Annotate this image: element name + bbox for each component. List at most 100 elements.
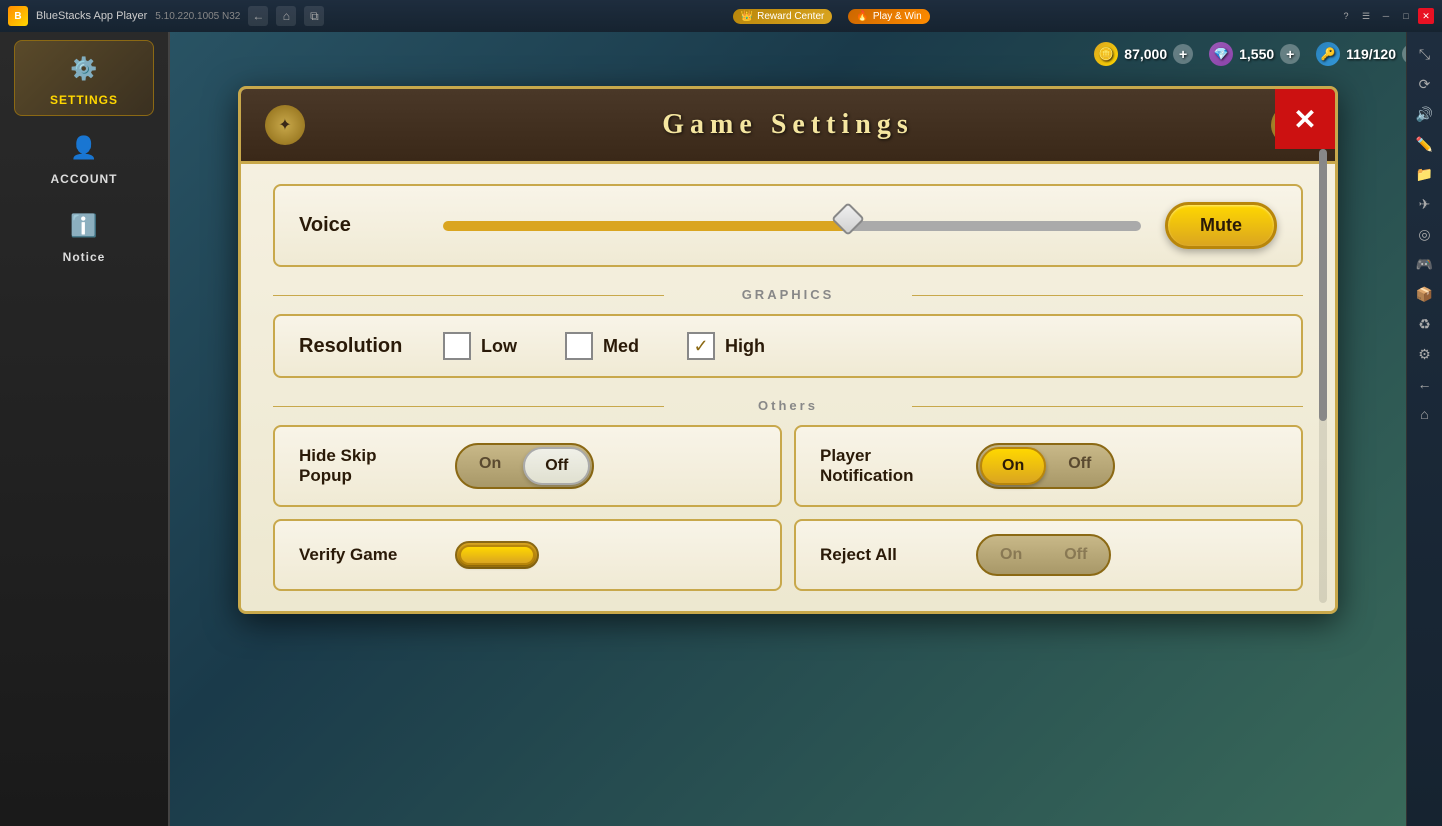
rt-expand-btn[interactable]: ⤡ (1411, 40, 1439, 68)
titlebar-nav: ← ⌂ ⧉ (248, 6, 324, 26)
hide-skip-label: Hide Skip Popup (299, 446, 439, 486)
play-and-win-btn[interactable]: 🔥 Play & Win (848, 9, 929, 24)
right-toolbar: ⤡ ⟳ 🔊 ✏️ 📁 ✈ ◎ 🎮 📦 ♻ ⚙ ← ⌂ (1406, 32, 1442, 826)
sidebar-item-notice[interactable]: ℹ️ Notice (14, 198, 154, 272)
verify-game-toggle (455, 541, 539, 569)
settings-modal: ✦ Game Settings ✦ ✕ Voice Mute GRAPHICS (238, 86, 1338, 614)
verify-game-label: Verify Game (299, 545, 439, 565)
low-checkbox[interactable] (443, 332, 471, 360)
gem-value: 1,550 (1239, 46, 1274, 62)
hide-skip-toggle: On Off (455, 443, 594, 489)
gem-add-btn[interactable]: + (1280, 44, 1300, 64)
menu-btn[interactable]: ☰ (1358, 8, 1374, 24)
rt-target-btn[interactable]: ◎ (1411, 220, 1439, 248)
game-hud: 🪙 87,000 + 💎 1,550 + 🔑 119/120 + (180, 32, 1442, 76)
main-content: ✦ Game Settings ✦ ✕ Voice Mute GRAPHICS (170, 76, 1406, 826)
app-icon: B (8, 6, 28, 26)
titlebar-right: ? ☰ ─ □ ✕ (1338, 8, 1434, 24)
others-divider: Others (273, 398, 1303, 413)
copy-btn[interactable]: ⧉ (304, 6, 324, 26)
graphics-section: Resolution Low Med ✓ High (273, 314, 1303, 378)
hide-skip-on[interactable]: On (459, 447, 521, 485)
modal-title: Game Settings (305, 109, 1271, 141)
low-label: Low (481, 336, 517, 357)
sidebar-item-settings[interactable]: ⚙️ SETTINGS (14, 40, 154, 116)
settings-icon: ⚙️ (64, 49, 104, 89)
home-btn[interactable]: ⌂ (276, 6, 296, 26)
back-btn[interactable]: ← (248, 6, 268, 26)
reward-label: Reward Center (757, 11, 824, 22)
voice-section: Voice Mute (273, 184, 1303, 267)
notice-icon: ℹ️ (64, 206, 104, 246)
player-notif-off[interactable]: Off (1048, 447, 1111, 485)
header-deco-left: ✦ (265, 105, 305, 145)
player-notif-toggle: On Off (976, 443, 1115, 489)
rt-rotate-btn[interactable]: ⟳ (1411, 70, 1439, 98)
resolution-high[interactable]: ✓ High (687, 332, 765, 360)
med-label: Med (603, 336, 639, 357)
modal-scrollbar[interactable] (1319, 149, 1327, 603)
key-value: 119/120 (1346, 46, 1396, 62)
resolution-label: Resolution (299, 335, 419, 358)
app-version: 5.10.220.1005 N32 (155, 11, 240, 22)
player-notif-on[interactable]: On (980, 447, 1046, 485)
modal-header: ✦ Game Settings ✦ ✕ (241, 89, 1335, 164)
reward-center-btn[interactable]: 👑 Reward Center (733, 9, 833, 24)
hud-gold: 🪙 87,000 + (1094, 42, 1193, 66)
reject-all-on[interactable]: On (980, 538, 1042, 572)
title-bar: B BlueStacks App Player 5.10.220.1005 N3… (0, 0, 1442, 32)
others-label: Others (758, 398, 818, 413)
left-sidebar: ⚙️ SETTINGS 👤 ACCOUNT ℹ️ Notice (0, 32, 170, 826)
key-icon: 🔑 (1316, 42, 1340, 66)
rt-edit-btn[interactable]: ✏️ (1411, 130, 1439, 158)
rt-back-btn[interactable]: ← (1411, 370, 1439, 398)
titlebar-left: B BlueStacks App Player 5.10.220.1005 N3… (8, 6, 324, 26)
resolution-med[interactable]: Med (565, 332, 639, 360)
window-close-btn[interactable]: ✕ (1418, 8, 1434, 24)
reject-all-label: Reject All (820, 545, 960, 565)
hide-skip-popup-item: Hide Skip Popup On Off (273, 425, 782, 507)
modal-close-btn[interactable]: ✕ (1275, 89, 1335, 149)
reject-all-item: Reject All On Off (794, 519, 1303, 591)
rt-game-btn[interactable]: 🎮 (1411, 250, 1439, 278)
maximize-btn[interactable]: □ (1398, 8, 1414, 24)
settings-label: SETTINGS (50, 93, 118, 107)
rt-eco-btn[interactable]: ♻ (1411, 310, 1439, 338)
mute-button[interactable]: Mute (1165, 202, 1277, 249)
titlebar-center: 👑 Reward Center 🔥 Play & Win (324, 9, 1338, 24)
hud-gems: 💎 1,550 + (1209, 42, 1300, 66)
others-section: Hide Skip Popup On Off Player Notificati… (273, 425, 1303, 591)
rt-home-btn[interactable]: ⌂ (1411, 400, 1439, 428)
verify-game-btn[interactable] (459, 545, 535, 565)
high-label: High (725, 336, 765, 357)
hide-skip-off[interactable]: Off (523, 447, 590, 485)
med-checkbox[interactable] (565, 332, 593, 360)
rt-package-btn[interactable]: 📦 (1411, 280, 1439, 308)
gem-icon: 💎 (1209, 42, 1233, 66)
flame-icon: 🔥 (856, 11, 868, 22)
resolution-low[interactable]: Low (443, 332, 517, 360)
rt-sound-btn[interactable]: 🔊 (1411, 100, 1439, 128)
help-btn[interactable]: ? (1338, 8, 1354, 24)
player-notif-label: Player Notification (820, 446, 960, 486)
reject-all-toggle: On Off (976, 534, 1111, 576)
reject-all-off[interactable]: Off (1044, 538, 1107, 572)
modal-scroll-thumb[interactable] (1319, 149, 1327, 421)
modal-body: Voice Mute GRAPHICS Resolution Low (241, 164, 1335, 611)
voice-slider-container (443, 214, 1141, 238)
voice-label: Voice (299, 214, 419, 237)
voice-slider-track (443, 221, 1141, 231)
graphics-divider: GRAPHICS (273, 287, 1303, 302)
high-checkbox[interactable]: ✓ (687, 332, 715, 360)
reward-icon: 👑 (741, 11, 753, 22)
verify-game-item: Verify Game (273, 519, 782, 591)
rt-folder-btn[interactable]: 📁 (1411, 160, 1439, 188)
gold-icon: 🪙 (1094, 42, 1118, 66)
sidebar-item-account[interactable]: 👤 ACCOUNT (14, 120, 154, 194)
minimize-btn[interactable]: ─ (1378, 8, 1394, 24)
rt-plane-btn[interactable]: ✈ (1411, 190, 1439, 218)
gold-add-btn[interactable]: + (1173, 44, 1193, 64)
account-icon: 👤 (64, 128, 104, 168)
rt-settings-btn[interactable]: ⚙ (1411, 340, 1439, 368)
gold-value: 87,000 (1124, 46, 1167, 62)
